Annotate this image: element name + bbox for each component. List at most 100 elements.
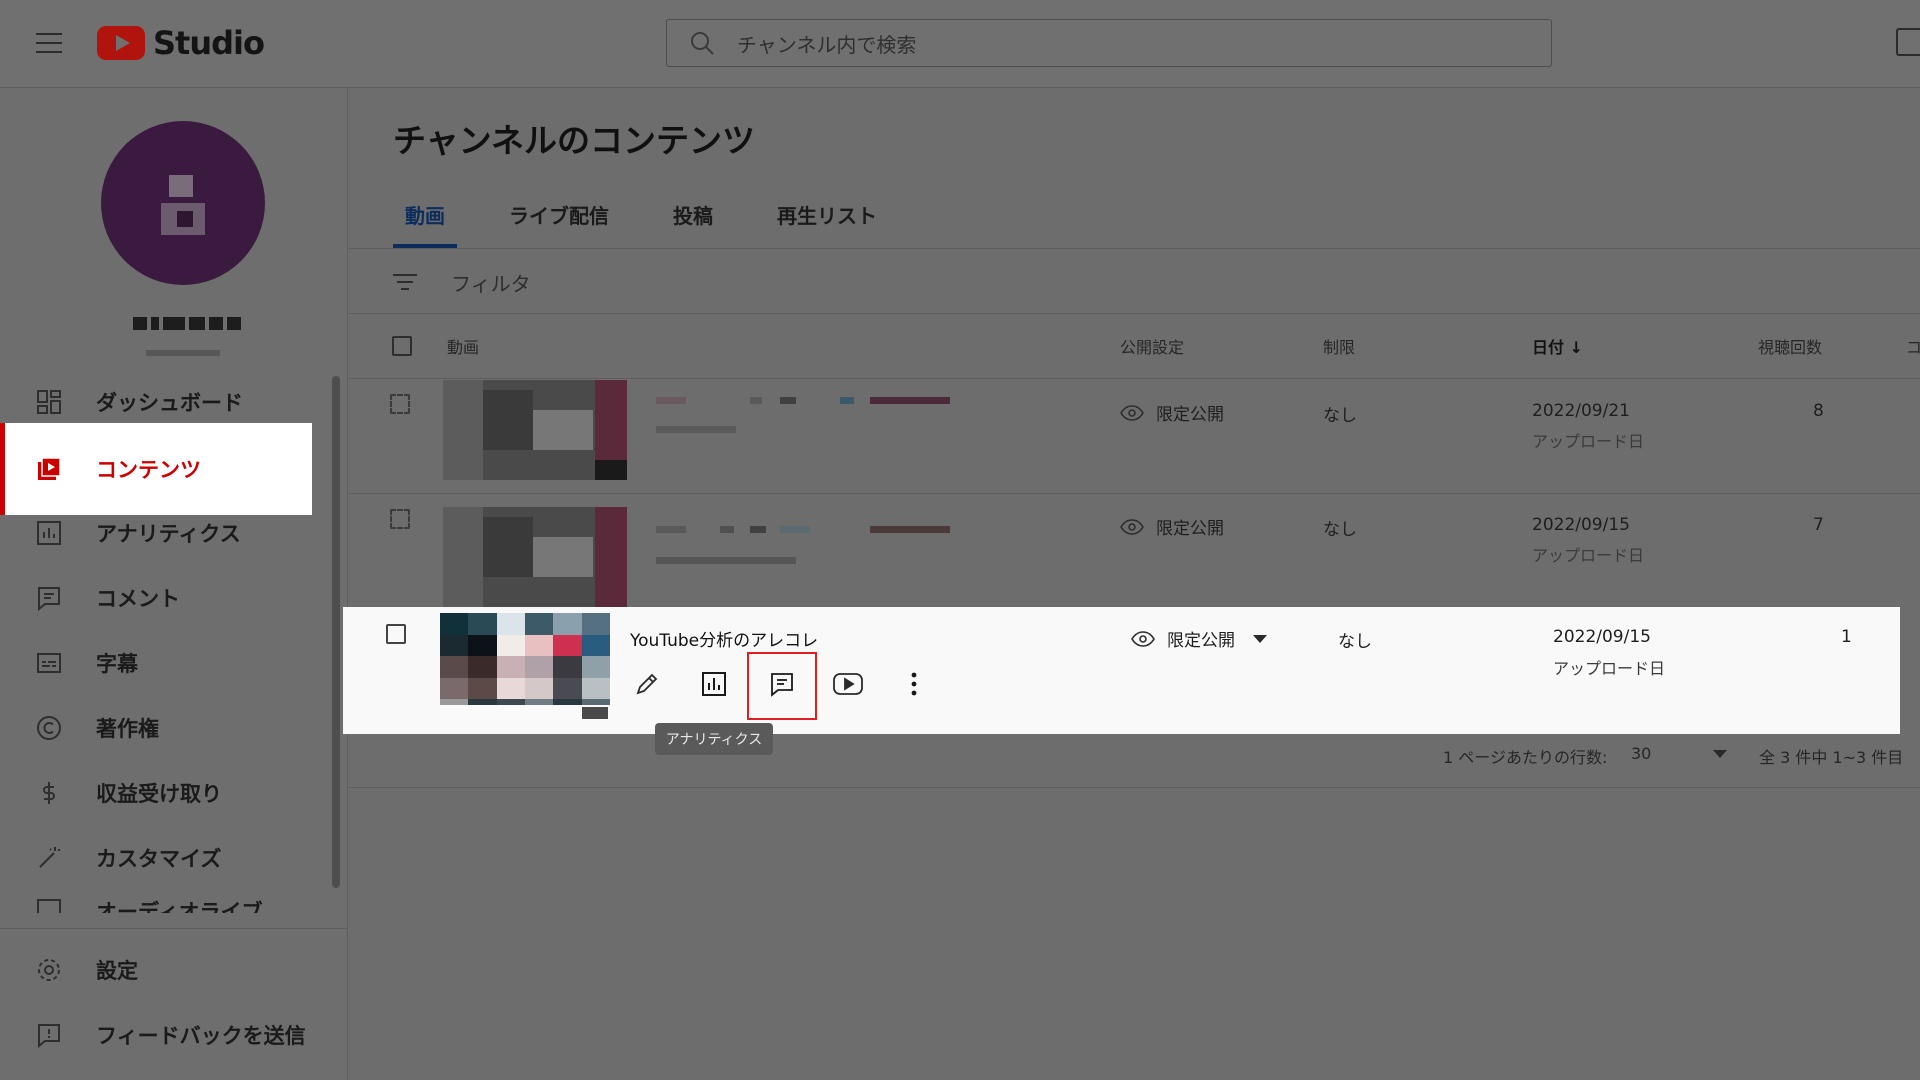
col-header-date-label: 日付 (1532, 338, 1565, 357)
video-thumbnail[interactable] (440, 613, 610, 721)
sidebar-divider (0, 928, 347, 929)
date-value: 2022/09/21 (1532, 401, 1630, 421)
caret-down-icon (1713, 749, 1728, 758)
col-header-comments: コ (1906, 338, 1920, 357)
col-header-date[interactable]: 日付 ↓ (1532, 334, 1583, 358)
col-header-restrictions: 制限 (1323, 338, 1356, 357)
filter-placeholder: フィルタ (451, 271, 531, 296)
channel-name (133, 317, 241, 330)
tab-videos[interactable]: 動画 (393, 200, 457, 248)
more-vert-icon (911, 672, 917, 696)
copyright-icon (36, 715, 62, 741)
sidebar-item-label: 著作権 (96, 717, 159, 741)
feedback-icon[interactable] (1896, 28, 1920, 56)
view-on-youtube-button[interactable] (832, 668, 864, 700)
comment-icon (36, 585, 62, 611)
sidebar-item-label: ダッシュボード (96, 391, 243, 415)
channel-avatar[interactable] (101, 121, 265, 285)
visibility-label: 限定公開 (1156, 405, 1224, 425)
analytics-button[interactable] (698, 668, 730, 700)
sidebar-item-subtitles[interactable]: 字幕 (0, 631, 312, 695)
edit-button[interactable] (631, 668, 663, 700)
sidebar-item-settings[interactable]: 設定 (0, 938, 312, 1002)
sidebar-item-comments[interactable]: コメント (0, 566, 312, 630)
col-header-video: 動画 (447, 338, 480, 357)
menu-icon[interactable] (36, 33, 62, 53)
sidebar-item-label: コンテンツ (96, 458, 201, 482)
studio-logo[interactable]: Studio (97, 24, 265, 62)
video-title[interactable]: YouTube分析のアレコレ (630, 626, 818, 651)
restrictions-value: なし (1323, 406, 1357, 426)
tab-playlists[interactable]: 再生リスト (765, 200, 889, 248)
col-header-visibility: 公開設定 (1120, 338, 1185, 357)
gear-icon (36, 957, 62, 983)
video-thumbnail[interactable] (443, 507, 627, 607)
restrictions-value: なし (1338, 632, 1372, 652)
rows-per-page-value: 30 (1631, 744, 1652, 763)
pagination-divider (348, 787, 1920, 788)
dashboard-icon (36, 389, 62, 415)
filter-bar[interactable]: フィルタ (393, 265, 531, 299)
arrow-down-icon: ↓ (1569, 338, 1583, 357)
tabs-divider (348, 248, 1920, 249)
sidebar-item-label: アナリティクス (96, 522, 241, 546)
pencil-icon (636, 673, 658, 695)
youtube-logo-icon (97, 26, 145, 60)
page-title: チャンネルのコンテンツ (393, 121, 756, 160)
date-type: アップロード日 (1553, 659, 1666, 678)
sidebar-item-copyright[interactable]: 著作権 (0, 696, 312, 760)
analytics-icon (702, 672, 726, 696)
visibility-status[interactable]: 限定公開 (1120, 400, 1224, 425)
feedback-icon (36, 1022, 62, 1048)
date-value: 2022/09/15 (1532, 515, 1630, 535)
date-type: アップロード日 (1532, 546, 1645, 565)
row-checkbox[interactable] (386, 624, 406, 644)
sidebar-clip: オーディオライブ (0, 891, 330, 913)
select-all-checkbox[interactable] (392, 336, 412, 356)
content-icon (36, 456, 62, 482)
sidebar-item-label: フィードバックを送信 (96, 1024, 306, 1048)
views-value: 8 (1813, 401, 1824, 421)
sidebar: ダッシュボード コンテンツ アナリティクス コメント 字幕 著作権 収益受け取り… (0, 88, 348, 1080)
sidebar-item-label: カスタマイズ (96, 847, 222, 871)
options-button[interactable] (898, 668, 930, 700)
caret-down-icon (1253, 634, 1267, 643)
subtitles-icon (36, 650, 62, 676)
video-thumbnail[interactable] (443, 380, 627, 480)
sidebar-item-label: 設定 (96, 959, 138, 983)
col-header-views: 視聴回数 (1758, 338, 1823, 357)
sidebar-item-label: 収益受け取り (96, 782, 222, 806)
highlight-box (747, 652, 817, 720)
sidebar-item-feedback[interactable]: フィードバックを送信 (0, 1003, 312, 1067)
visibility-status[interactable]: 限定公開 (1120, 514, 1224, 539)
sidebar-item-analytics[interactable]: アナリティクス (0, 501, 312, 565)
sidebar-item-label: オーディオライブ (96, 900, 263, 913)
tab-posts[interactable]: 投稿 (661, 200, 725, 248)
search-bar[interactable]: チャンネル内で検索 (666, 19, 1552, 67)
visibility-dropdown[interactable]: 限定公開 (1131, 626, 1267, 651)
search-icon (691, 32, 714, 55)
sidebar-item-earn[interactable]: 収益受け取り (0, 761, 312, 825)
row-checkbox[interactable] (390, 394, 410, 414)
visibility-label: 限定公開 (1156, 519, 1224, 539)
row-checkbox[interactable] (390, 509, 410, 529)
content-tabs: 動画 ライブ配信 投稿 再生リスト (393, 200, 929, 248)
visibility-label: 限定公開 (1167, 631, 1235, 651)
tooltip: アナリティクス (655, 723, 773, 755)
rows-per-page-select[interactable]: 30 (1631, 744, 1728, 763)
sidebar-item-customize[interactable]: カスタマイズ (0, 826, 312, 890)
channel-handle (146, 350, 220, 356)
rows-per-page-label: 1 ページあたりの行数: (1443, 748, 1608, 767)
views-value: 1 (1841, 627, 1852, 647)
sidebar-scrollbar[interactable] (332, 376, 340, 888)
dollar-icon (36, 780, 62, 806)
sidebar-item-audio-library[interactable]: オーディオライブ (0, 891, 312, 913)
views-value: 7 (1813, 515, 1824, 535)
pagination-range: 全 3 件中 1~3 件目 (1759, 748, 1904, 767)
app-title: Studio (153, 24, 265, 62)
date-type: アップロード日 (1532, 432, 1645, 451)
tab-live[interactable]: ライブ配信 (497, 200, 621, 248)
eye-icon (1120, 404, 1144, 421)
top-bar: Studio チャンネル内で検索 (0, 0, 1920, 88)
eye-icon (1131, 630, 1155, 647)
